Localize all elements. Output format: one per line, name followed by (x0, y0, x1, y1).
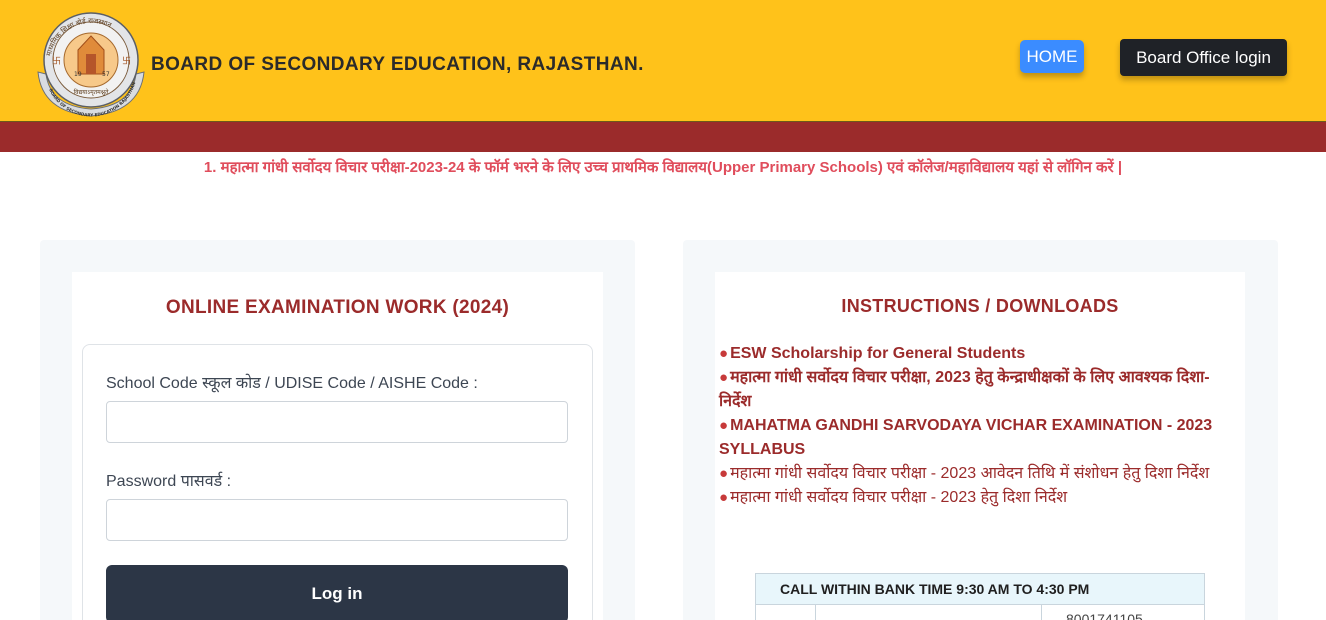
table-divider (815, 605, 816, 620)
password-input[interactable] (106, 499, 568, 541)
bullet-icon: ● (719, 345, 729, 362)
instructions-list: ● ESW Scholarship for General Students ● म… (719, 342, 1224, 510)
bank-table-header: CALL WITHIN BANK TIME 9:30 AM TO 4:30 PM (756, 574, 1204, 605)
svg-text:19: 19 (74, 71, 82, 78)
login-title: ONLINE EXAMINATION WORK (2024) (165, 297, 510, 318)
password-label: Password पासवर्ड : (106, 473, 232, 490)
bank-contact-table: CALL WITHIN BANK TIME 9:30 AM TO 4:30 PM… (755, 573, 1205, 620)
board-title: BOARD OF SECONDARY EDUCATION, RAJASTHAN. (151, 54, 644, 75)
instruction-link[interactable]: ● MAHATMA GANDHI SARVODAYA VICHAR EXAMINA… (719, 414, 1224, 462)
instructions-title: INSTRUCTIONS / DOWNLOADS (841, 296, 1119, 316)
bullet-icon: ● (719, 417, 729, 434)
bullet-icon: ● (719, 489, 729, 506)
svg-text:57: 57 (102, 71, 110, 78)
instruction-link[interactable]: ● महात्मा गांधी सर्वोदय विचार परीक्षा - 2… (719, 486, 1224, 510)
svg-text:विद्ययाऽमृतमश्नुते: विद्ययाऽमृतमश्नुते (74, 88, 109, 96)
header-band (0, 122, 1326, 152)
board-office-login-button[interactable]: Board Office login (1120, 39, 1287, 76)
home-button[interactable]: HOME (1020, 40, 1084, 73)
svg-text:卐: 卐 (52, 56, 61, 67)
bullet-icon: ● (719, 369, 729, 386)
school-code-label: School Code स्कूल कोड / UDISE Code / AIS… (106, 375, 478, 392)
table-divider (1041, 605, 1042, 620)
school-code-input[interactable] (106, 401, 568, 443)
bank-table-header-text: CALL WITHIN BANK TIME 9:30 AM TO 4:30 PM (780, 581, 1090, 597)
instruction-link[interactable]: ● ESW Scholarship for General Students (719, 342, 1224, 366)
board-logo: 卐 卐 19 57 माध्यमिक शिक्षा बोर्ड राजस्थान… (37, 12, 145, 118)
notice-marquee[interactable]: 1. महात्मा गांधी सर्वोदय विचार परीक्षा-2… (0, 157, 1326, 177)
bullet-icon: ● (719, 465, 729, 482)
instruction-link[interactable]: ● महात्मा गांधी सर्वोदय विचार परीक्षा - 2… (719, 462, 1224, 486)
login-button[interactable]: Log in (106, 565, 568, 620)
bank-phone-number: 8001741105 (1066, 611, 1143, 620)
svg-text:卐: 卐 (122, 56, 131, 67)
site-header: 卐 卐 19 57 माध्यमिक शिक्षा बोर्ड राजस्थान… (0, 0, 1326, 122)
instruction-link[interactable]: ● महात्मा गांधी सर्वोदय विचार परीक्षा, 20… (719, 366, 1224, 414)
